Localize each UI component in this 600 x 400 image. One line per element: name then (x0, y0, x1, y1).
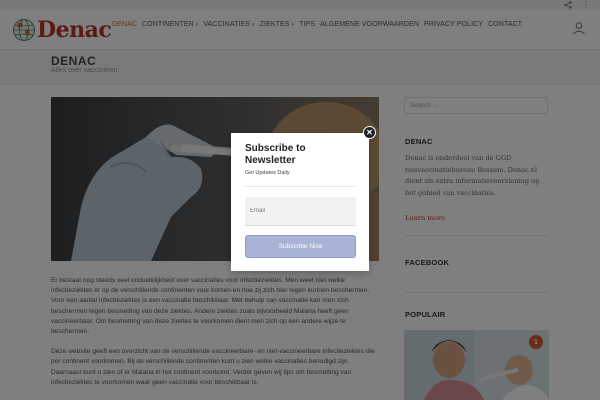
modal-title: Subscribe to Newsletter (245, 143, 306, 166)
newsletter-modal: Subscribe to Newsletter Get Updates Dail… (231, 133, 369, 271)
modal-divider (245, 186, 355, 187)
close-icon[interactable]: ✕ (363, 126, 376, 139)
subscribe-button[interactable]: Subscribe Now (245, 235, 356, 258)
email-field[interactable] (245, 197, 356, 226)
modal-subtitle: Get Updates Daily (245, 170, 290, 176)
